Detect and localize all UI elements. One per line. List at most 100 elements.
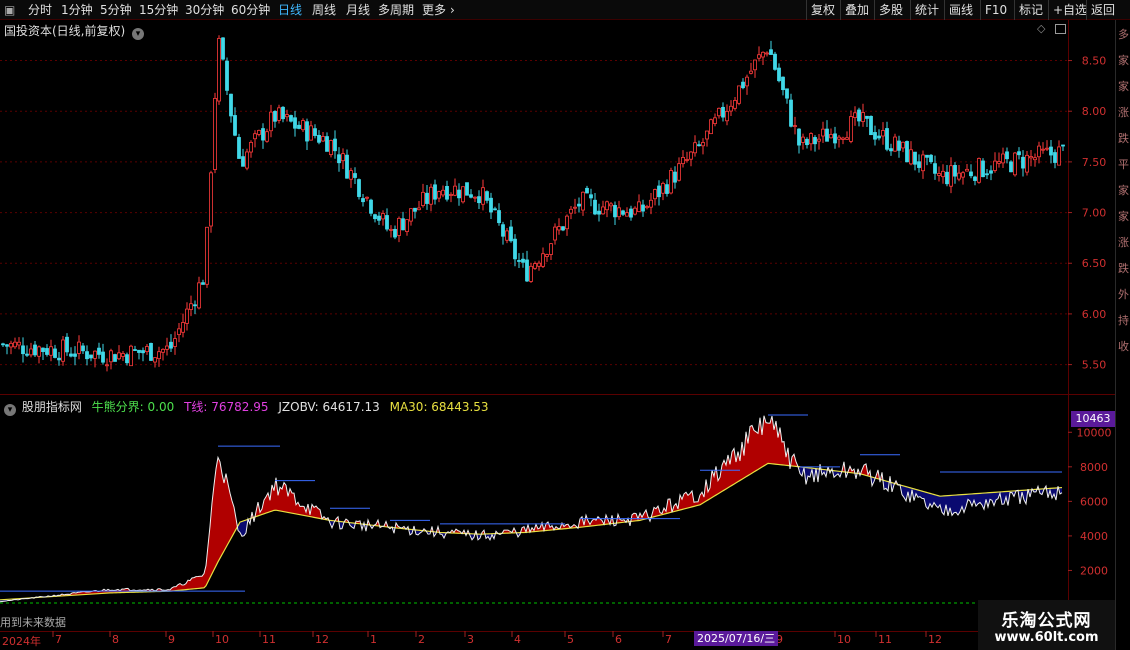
candle-body xyxy=(809,133,813,145)
candle-body xyxy=(889,148,893,152)
candle-body xyxy=(893,136,897,152)
candle-body xyxy=(1045,147,1049,150)
period-tab-60min[interactable]: 60分钟 xyxy=(231,0,270,20)
candle-body xyxy=(237,137,241,159)
period-tab-5min[interactable]: 5分钟 xyxy=(100,0,132,20)
add-watchlist-button[interactable]: +自选 xyxy=(1048,0,1091,20)
candle-body xyxy=(953,165,957,177)
indicator-tick-label: 10000 xyxy=(1077,426,1112,439)
jzobv-fill-segment xyxy=(752,425,754,474)
candle-body xyxy=(17,341,21,346)
candle-body xyxy=(317,134,321,143)
candle-body xyxy=(521,258,525,263)
candle-body xyxy=(549,243,553,255)
indicator-tick-label: 6000 xyxy=(1080,495,1108,508)
candle-body xyxy=(537,262,541,267)
jzobv-fill-segment xyxy=(764,415,766,466)
candle-body xyxy=(57,357,61,361)
candle-body xyxy=(761,51,765,58)
candle-body xyxy=(381,213,385,220)
candle-body xyxy=(645,206,649,209)
candle-body xyxy=(149,343,153,361)
mark-button[interactable]: 标记 xyxy=(1014,0,1047,20)
period-tab-weekly[interactable]: 周线 xyxy=(312,0,336,20)
candle-body xyxy=(1005,151,1009,160)
candle-body xyxy=(277,107,281,121)
candle-body xyxy=(1037,145,1041,158)
period-tab-fenshi[interactable]: 分时 xyxy=(28,0,52,20)
period-tab-multi[interactable]: 多周期 xyxy=(378,0,414,20)
right-info-strip[interactable]: 多家家涨跌平家家涨跌外持收 xyxy=(1115,20,1130,650)
candle-body xyxy=(901,141,905,149)
candle-body xyxy=(965,168,969,172)
more-arrow-icon[interactable]: › xyxy=(450,0,455,20)
candle-body xyxy=(649,199,653,208)
period-tab-daily[interactable]: 日线 xyxy=(278,0,302,20)
stats-button[interactable]: 统计 xyxy=(910,0,943,20)
candle-body xyxy=(1,343,5,346)
month-label: 7 xyxy=(665,633,672,646)
candle-body xyxy=(773,53,777,70)
f10-button[interactable]: F10 xyxy=(980,0,1011,20)
candle-body xyxy=(741,81,745,89)
candle-body xyxy=(289,115,293,122)
candle-body xyxy=(985,173,989,176)
jzobv-fill-segment xyxy=(750,425,752,475)
candle-body xyxy=(789,99,793,127)
candle-body xyxy=(189,303,193,310)
candle-body xyxy=(1021,156,1025,169)
candle-body xyxy=(825,128,829,142)
candle-body xyxy=(217,38,221,102)
strip-char: 家 xyxy=(1118,54,1129,67)
back-button[interactable]: 返回 xyxy=(1086,0,1119,20)
fuquan-button[interactable]: 复权 xyxy=(806,0,839,20)
multi-stock-button[interactable]: 多股 xyxy=(874,0,907,20)
draw-line-button[interactable]: 画线 xyxy=(944,0,977,20)
candle-body xyxy=(977,158,981,183)
candle-body xyxy=(385,215,389,230)
price-chart[interactable]: 8.50 8.00 7.50 7.00 6.50 6.00 5.50 xyxy=(0,20,1115,395)
candle-body xyxy=(877,135,881,139)
candle-body xyxy=(201,282,205,285)
candle-body xyxy=(813,137,817,145)
candle-body xyxy=(797,128,801,146)
candle-body xyxy=(329,140,333,156)
candle-body xyxy=(9,342,13,348)
candle-body xyxy=(693,142,697,154)
period-tab-30min[interactable]: 30分钟 xyxy=(185,0,224,20)
month-label: 6 xyxy=(615,633,622,646)
indicator-chart[interactable]: 10000 8000 6000 4000 2000 xyxy=(0,395,1115,631)
indicator-plot xyxy=(0,414,1068,604)
candle-body xyxy=(993,160,997,171)
candle-body xyxy=(485,191,489,201)
candle-body xyxy=(273,111,277,122)
month-label: 10 xyxy=(215,633,229,646)
price-tick-label: 6.50 xyxy=(1082,257,1107,270)
jzobv-fill-segment xyxy=(216,457,218,566)
candle-body xyxy=(609,203,613,207)
overlay-button[interactable]: 叠加 xyxy=(840,0,873,20)
period-tab-monthly[interactable]: 月线 xyxy=(346,0,370,20)
candle-body xyxy=(113,354,117,362)
candle-body xyxy=(81,345,85,352)
candle-body xyxy=(5,344,9,347)
candle-body xyxy=(245,151,249,169)
candle-body xyxy=(757,54,761,59)
candle-body xyxy=(265,131,269,142)
month-label: 9 xyxy=(168,633,175,646)
candle-body xyxy=(701,142,705,147)
candle-body xyxy=(65,336,69,353)
period-tab-1min[interactable]: 1分钟 xyxy=(61,0,93,20)
candle-body xyxy=(805,138,809,146)
price-tick-label: 7.00 xyxy=(1082,207,1107,220)
jzobv-fill-segment xyxy=(954,495,956,513)
period-tab-15min[interactable]: 15分钟 xyxy=(139,0,178,20)
month-label: 7 xyxy=(55,633,62,646)
candle-body xyxy=(281,106,285,120)
strip-char: 家 xyxy=(1118,184,1129,197)
grid-icon[interactable]: ▣ xyxy=(4,0,15,20)
jzobv-fill-segment xyxy=(754,430,756,472)
candle-body xyxy=(945,171,949,185)
candle-body xyxy=(125,354,129,364)
period-tab-more[interactable]: 更多 xyxy=(422,0,446,20)
